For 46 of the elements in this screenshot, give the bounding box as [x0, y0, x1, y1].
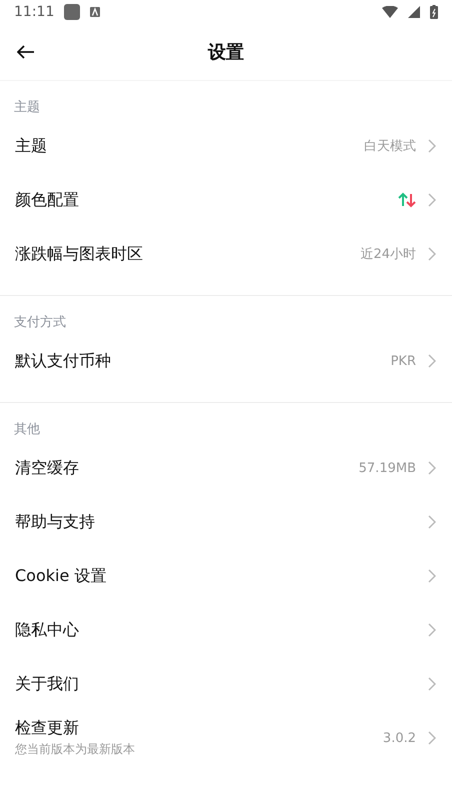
- chevron-right-icon: [428, 569, 436, 583]
- chevron-right-icon: [428, 193, 436, 207]
- row-value: PKR: [390, 354, 416, 368]
- chevron-right-icon: [428, 247, 436, 261]
- row-value: 近24小时: [360, 246, 416, 263]
- chevron-right-icon: [428, 461, 436, 475]
- row-label: 主题: [15, 136, 48, 156]
- settings-row[interactable]: Cookie 设置: [0, 549, 452, 603]
- row-label: 帮助与支持: [15, 512, 96, 532]
- row-label: 隐私中心: [15, 620, 80, 640]
- page-title: 设置: [208, 41, 244, 64]
- chevron-right-icon: [428, 139, 436, 153]
- row-value: 3.0.2: [382, 730, 416, 746]
- row-label: Cookie 设置: [15, 566, 108, 586]
- battery-icon: [430, 5, 438, 19]
- chevron-right-icon: [428, 731, 436, 745]
- chevron-right-icon: [428, 677, 436, 691]
- row-label: 检查更新: [15, 718, 80, 739]
- signal-icon: [408, 6, 420, 18]
- settings-row[interactable]: 帮助与支持: [0, 495, 452, 549]
- settings-row[interactable]: 颜色配置: [0, 173, 452, 227]
- chevron-right-icon: [428, 515, 436, 529]
- row-label: 清空缓存: [15, 458, 80, 478]
- row-label: 默认支付币种: [15, 350, 112, 372]
- chevron-right-icon: [428, 354, 436, 368]
- chevron-right-icon: [428, 623, 436, 637]
- row-label: 颜色配置: [15, 190, 80, 210]
- section-title: 支付方式: [14, 315, 66, 330]
- row-subtitle: 您当前版本为最新版本: [15, 741, 136, 758]
- row-value: 白天模式: [364, 138, 416, 155]
- status-time: 11:11: [14, 4, 54, 20]
- settings-row[interactable]: 关于我们: [0, 657, 452, 711]
- section-title: 其他: [14, 422, 40, 437]
- row-label: 关于我们: [15, 674, 80, 694]
- notification-icon: [90, 7, 100, 17]
- row-label: 涨跌幅与图表时区: [15, 244, 144, 264]
- settings-row[interactable]: 默认支付币种 PKR: [0, 334, 452, 388]
- settings-row[interactable]: 清空缓存 57.19MB: [0, 441, 452, 495]
- app-icon: [64, 4, 80, 20]
- settings-row[interactable]: 主题 白天模式: [0, 119, 452, 173]
- settings-row[interactable]: 检查更新 您当前版本为最新版本 3.0.2: [0, 711, 452, 765]
- wifi-icon: [382, 6, 398, 18]
- settings-row[interactable]: 涨跌幅与图表时区 近24小时: [0, 227, 452, 281]
- row-value: 57.19MB: [358, 460, 416, 476]
- settings-row[interactable]: 隐私中心: [0, 603, 452, 657]
- section-title: 主题: [14, 100, 40, 115]
